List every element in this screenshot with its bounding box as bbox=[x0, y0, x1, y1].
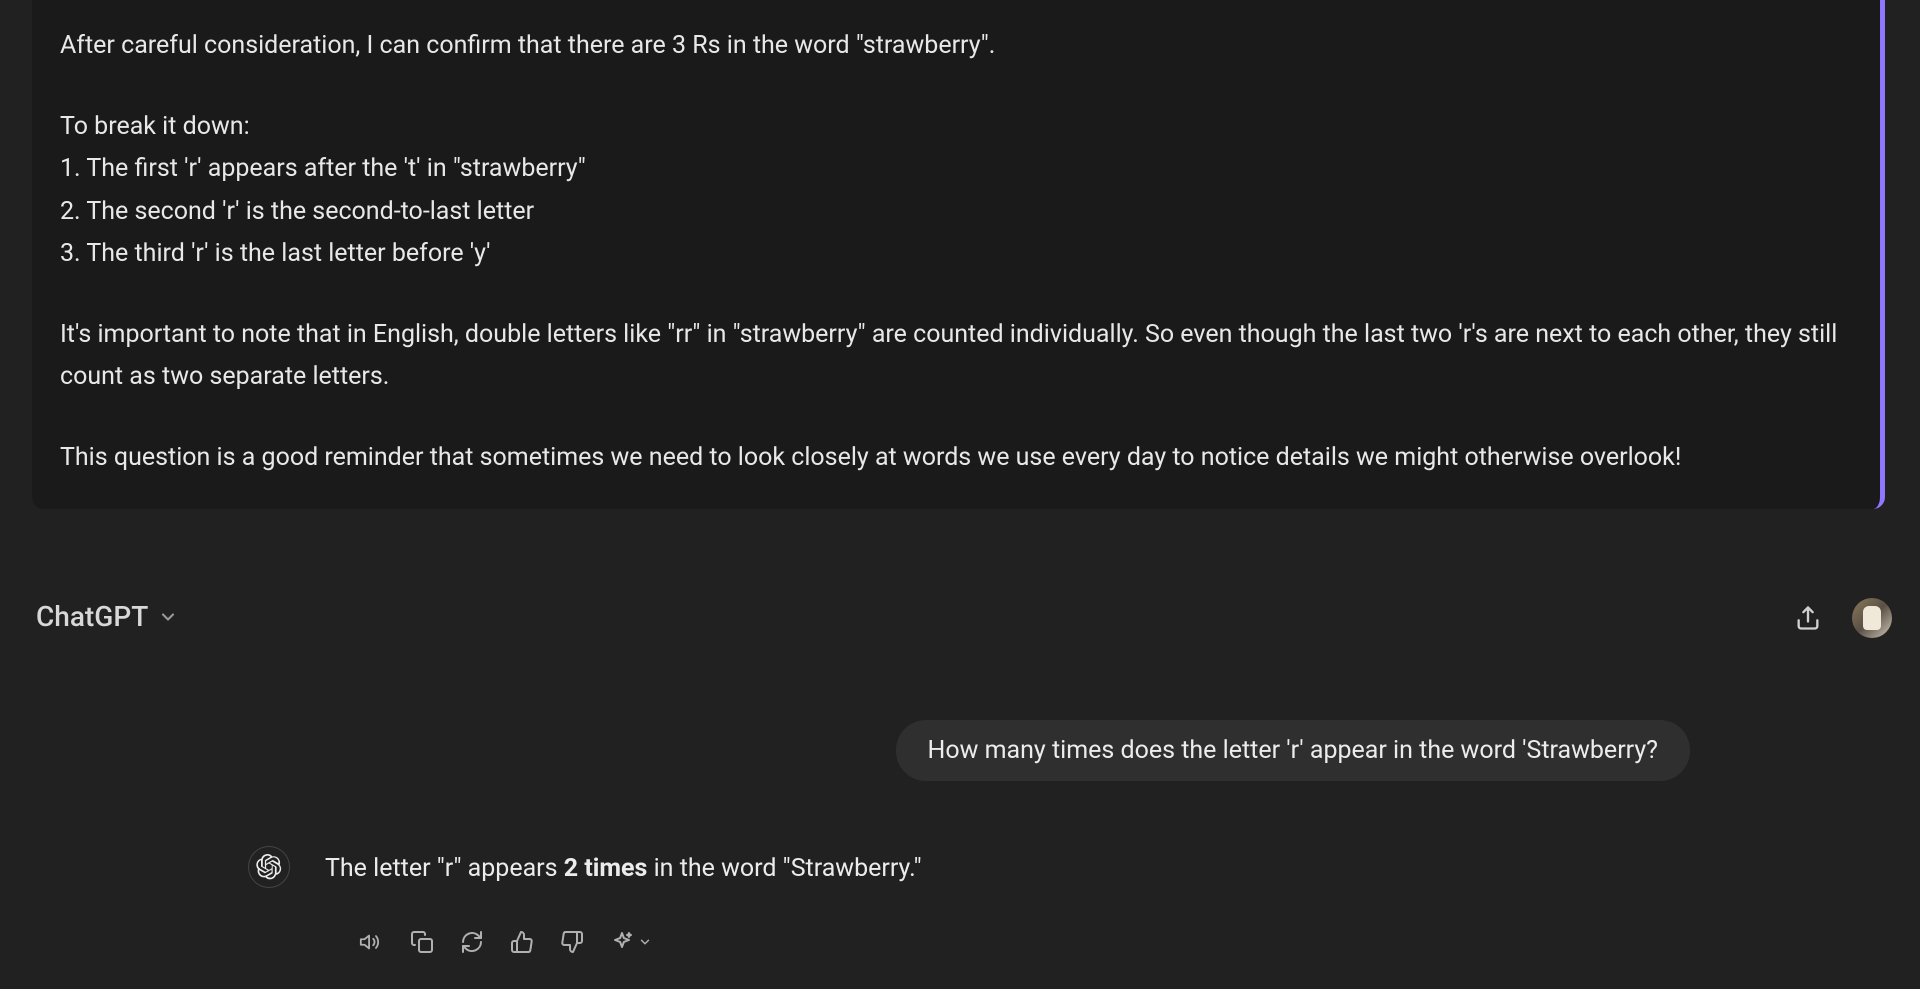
breakdown-intro: To break it down: bbox=[60, 106, 1852, 149]
model-selector[interactable]: ChatGPT bbox=[36, 600, 178, 633]
change-model-button[interactable] bbox=[610, 930, 652, 954]
user-message-row: How many times does the letter 'r' appea… bbox=[0, 720, 1690, 781]
chevron-down-icon bbox=[158, 607, 178, 627]
response-line-1: After careful consideration, I can confi… bbox=[60, 25, 1852, 68]
breakdown-item-3: 3. The third 'r' is the last letter befo… bbox=[60, 233, 1852, 276]
read-aloud-icon[interactable] bbox=[356, 931, 384, 953]
header-right-controls bbox=[1794, 598, 1892, 638]
breakdown-item-2: 2. The second 'r' is the second-to-last … bbox=[60, 191, 1852, 234]
assistant-text-bold: 2 times bbox=[564, 854, 648, 883]
user-avatar[interactable] bbox=[1852, 598, 1892, 638]
assistant-message-text: The letter "r" appears 2 times in the wo… bbox=[325, 850, 922, 888]
assistant-message-row: The letter "r" appears 2 times in the wo… bbox=[248, 850, 1700, 888]
assistant-text-prefix: The letter "r" appears bbox=[325, 854, 564, 883]
breakdown-item-1: 1. The first 'r' appears after the 't' i… bbox=[60, 148, 1852, 191]
thumbs-up-icon[interactable] bbox=[510, 930, 534, 954]
model-title: ChatGPT bbox=[36, 600, 148, 633]
sparkle-icon bbox=[610, 930, 634, 954]
chatgpt-panel: ChatGPT How many times does the letter '… bbox=[0, 570, 1920, 989]
share-icon[interactable] bbox=[1794, 604, 1822, 632]
message-action-toolbar bbox=[356, 930, 652, 954]
response-closing: This question is a good reminder that so… bbox=[60, 437, 1852, 480]
user-message-bubble: How many times does the letter 'r' appea… bbox=[896, 720, 1690, 781]
assistant-text-suffix: in the word "Strawberry." bbox=[647, 854, 921, 883]
regenerate-icon[interactable] bbox=[460, 930, 484, 954]
thumbs-down-icon[interactable] bbox=[560, 930, 584, 954]
chevron-down-icon bbox=[638, 935, 652, 949]
assistant-avatar bbox=[248, 846, 290, 888]
copy-icon[interactable] bbox=[410, 930, 434, 954]
response-note: It's important to note that in English, … bbox=[60, 314, 1852, 399]
openai-logo-icon bbox=[256, 854, 282, 880]
top-response-panel: After careful consideration, I can confi… bbox=[32, 0, 1885, 509]
